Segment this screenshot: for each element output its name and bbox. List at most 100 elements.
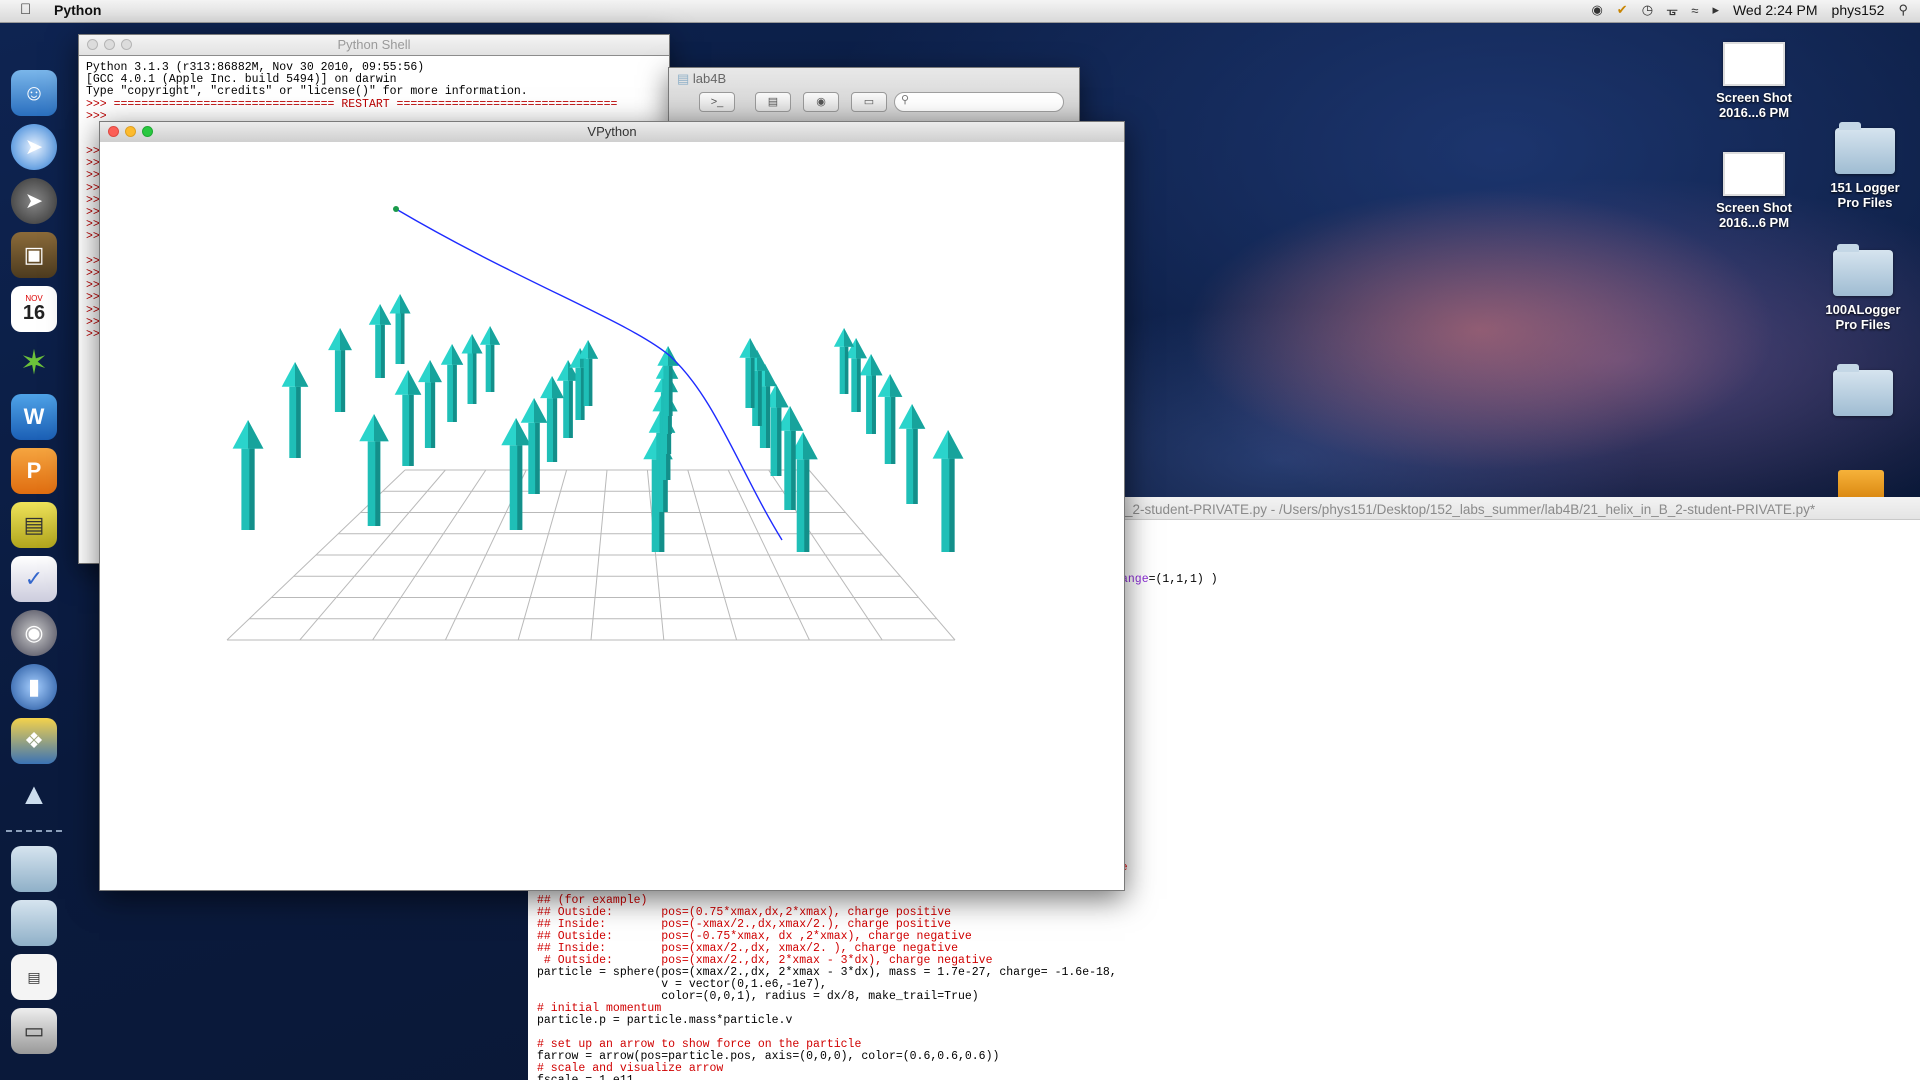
observatory-icon[interactable]: ◉ — [11, 610, 57, 656]
field-arrow — [479, 326, 501, 392]
finder-icon[interactable]: ☺ — [11, 70, 57, 116]
close-button[interactable] — [108, 126, 119, 137]
icon-label: Screen Shot — [1716, 90, 1792, 105]
terminal-button[interactable]: >_ — [699, 92, 735, 112]
shell-output[interactable]: Python 3.1.3 (r313:86882M, Nov 30 2010, … — [86, 61, 618, 123]
dock-separator — [6, 830, 62, 840]
finder-title: lab4B — [692, 71, 727, 86]
python-launcher-icon[interactable]: ❖ — [11, 718, 57, 764]
icon-label: Pro Files — [1835, 317, 1891, 332]
vpython-canvas[interactable] — [100, 142, 1124, 890]
desktop-orange-item-icon[interactable] — [1838, 470, 1884, 500]
shell-line: Type "copyright", "credits" or "license(… — [86, 85, 528, 99]
folder-icon — [1835, 122, 1895, 174]
volume-icon[interactable]: ▸ — [1712, 2, 1719, 18]
menu-bar:  Python ◉ ✔ ◷ ᚗ ≈ ▸ Wed 2:24 PM phys152… — [0, 0, 1920, 23]
field-arrow — [440, 344, 464, 422]
field-arrow — [281, 362, 309, 458]
editor-title: _2-student-PRIVATE.py - /Users/phys151/D… — [1125, 502, 1816, 517]
close-button[interactable] — [87, 39, 98, 50]
logger-app-icon[interactable]: ✶ — [11, 340, 57, 386]
code-line: fscale = 1.e11 — [537, 1074, 1117, 1080]
minimize-button[interactable] — [104, 39, 115, 50]
graph-app-icon[interactable]: ✓ — [11, 556, 57, 602]
apple-menu-icon[interactable]:  — [20, 1, 31, 18]
field-arrow — [520, 398, 548, 494]
trash-icon[interactable]: ▭ — [11, 1008, 57, 1054]
field-arrow — [877, 374, 903, 464]
icon-label: 100ALogger — [1825, 302, 1901, 317]
finder-toolbar: ▤ lab4B >_ ▤ ◉ ▭ ⚲ — [669, 68, 1079, 124]
app-menu[interactable]: Python — [54, 2, 101, 18]
vpython-window: VPython — [99, 121, 1125, 891]
field-arrow — [368, 304, 392, 378]
particle — [393, 206, 399, 212]
zoom-button[interactable] — [142, 126, 153, 137]
documents-folder-icon[interactable] — [11, 900, 57, 946]
field-arrow — [232, 420, 264, 530]
vpython-scene — [226, 206, 964, 641]
spotlight-icon[interactable]: ⚲ — [1898, 2, 1908, 18]
folder-icon — [1833, 244, 1893, 296]
calendar-day: 16 — [22, 302, 46, 324]
rocket-icon[interactable]: ▲ — [11, 772, 57, 818]
shell-line: >>> ================================ RES… — [86, 97, 618, 111]
menubar-clock[interactable]: Wed 2:24 PM — [1733, 2, 1818, 18]
desktop-folder[interactable] — [1808, 364, 1918, 422]
checkmark-icon[interactable]: ✔ — [1617, 2, 1628, 18]
calendar-icon[interactable]: NOV 16 — [11, 286, 57, 332]
field-arrow — [328, 328, 352, 412]
search-icon: ⚲ — [901, 94, 910, 106]
word-app-icon[interactable]: W — [11, 394, 57, 440]
search-input[interactable]: ⚲ — [894, 92, 1064, 112]
wifi-icon[interactable]: ≈ — [1691, 3, 1698, 18]
desktop-folder-151-logger[interactable]: 151 Logger Pro Files — [1810, 122, 1920, 210]
audio-app-icon[interactable]: ▮ — [11, 664, 57, 710]
field-arrow — [833, 328, 855, 394]
field-arrow — [461, 334, 483, 404]
bluetooth-icon[interactable]: ᚗ — [1667, 2, 1677, 18]
time-machine-icon[interactable]: ◷ — [1642, 2, 1653, 18]
screenshot-thumbnail-icon — [1723, 152, 1785, 196]
desktop-screenshot-1[interactable]: Screen Shot 2016...6 PM — [1699, 42, 1809, 120]
dock: ☺ ➤ ➤ ▣ NOV 16 ✶ W P ▤ ✓ ◉ ▮ ❖ ▲ ▤ ▭ — [0, 56, 70, 1054]
desktop-screenshot-2[interactable]: Screen Shot 2016...6 PM — [1699, 152, 1809, 230]
icon-label: 2016...6 PM — [1718, 215, 1790, 230]
field-arrow — [418, 360, 442, 448]
info-button[interactable]: ◉ — [803, 92, 839, 112]
finder-window: ▤ lab4B >_ ▤ ◉ ▭ ⚲ — [668, 67, 1080, 128]
python-shell-title: Python Shell — [337, 37, 411, 52]
trash-button[interactable]: ▭ — [851, 92, 887, 112]
downloads-stack-icon[interactable]: ▤ — [11, 954, 57, 1000]
field-arrow — [932, 430, 964, 552]
icon-label: Screen Shot — [1716, 200, 1792, 215]
desktop-folder-100a-logger[interactable]: 100ALogger Pro Files — [1808, 244, 1918, 332]
python-shell-titlebar[interactable]: Python Shell — [79, 35, 669, 56]
new-folder-button[interactable]: ▤ — [755, 92, 791, 112]
minimize-button[interactable] — [125, 126, 136, 137]
status-item-icon[interactable]: ◉ — [1591, 2, 1602, 18]
folder-icon — [1833, 364, 1893, 416]
photo-app-icon[interactable]: ▣ — [11, 232, 57, 278]
field-arrow — [394, 370, 422, 466]
safari-icon[interactable]: ➤ — [11, 124, 57, 170]
vpython-title: VPython — [587, 124, 637, 139]
code-line: particle.p = particle.mass*particle.v — [537, 1014, 793, 1027]
field-arrow — [898, 404, 926, 504]
zoom-button[interactable] — [121, 39, 132, 50]
powerpoint-app-icon[interactable]: P — [11, 448, 57, 494]
desktop:  Python ◉ ✔ ◷ ᚗ ≈ ▸ Wed 2:24 PM phys152… — [0, 0, 1920, 1080]
editor-code[interactable]: ## (for example) ## Outside: pos=(0.75*xm… — [537, 894, 1117, 1080]
icon-label: 151 Logger — [1830, 180, 1900, 195]
applications-folder-icon[interactable] — [11, 846, 57, 892]
vpython-titlebar[interactable]: VPython — [100, 122, 1124, 143]
screenshot-thumbnail-icon — [1723, 42, 1785, 86]
field-arrow — [859, 354, 883, 434]
launchpad-icon[interactable]: ➤ — [11, 178, 57, 224]
icon-label: Pro Files — [1837, 195, 1893, 210]
menubar-user[interactable]: phys152 — [1832, 2, 1885, 18]
icon-label: 2016...6 PM — [1718, 105, 1790, 120]
folder-icon: ▤ — [677, 71, 690, 86]
editor-partial-line[interactable]: ange=(1,1,1) ) — [1121, 573, 1218, 586]
labquest-icon[interactable]: ▤ — [11, 502, 57, 548]
